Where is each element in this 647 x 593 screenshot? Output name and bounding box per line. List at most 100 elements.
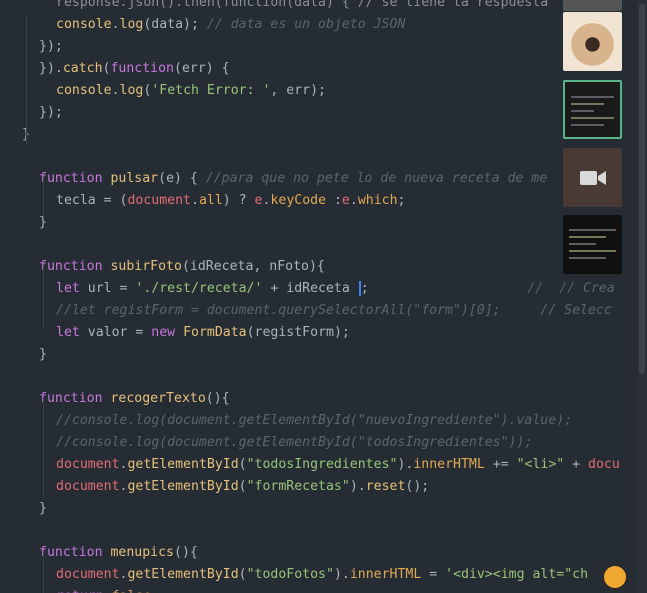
code-line[interactable]: tecla = (document.all) ? e.keyCode :e.wh…	[56, 190, 405, 212]
code-token: //para que no pete lo de nueva receta de…	[205, 171, 548, 186]
code-line[interactable]: document.getElementById("formRecetas").r…	[56, 476, 429, 498]
code-token: .	[111, 17, 120, 32]
code-line[interactable]: //console.log(document.getElementById("n…	[56, 410, 572, 432]
thumb-text-line	[571, 110, 594, 112]
code-token: .	[191, 193, 199, 208]
code-token: ;	[360, 281, 528, 296]
code-line[interactable]: let url = './rest/receta/' + idReceta ; …	[56, 278, 615, 300]
code-token: //console.log(document.getElementById("t…	[56, 435, 533, 450]
code-token: "todosIngredientes"	[246, 457, 398, 472]
code-token: e	[254, 193, 263, 208]
code-line[interactable]: console.log('Fetch Error: ', err);	[56, 80, 326, 102]
thumb-text-line	[569, 257, 606, 259]
code-line[interactable]: document.getElementById("todoFotos").inn…	[56, 564, 588, 586]
code-token: console	[56, 17, 112, 32]
code-line[interactable]: return false;	[56, 586, 159, 593]
code-token: (registForm);	[246, 325, 350, 340]
code-token: let	[56, 281, 80, 296]
code-line[interactable]: }	[39, 344, 47, 366]
indent-guide	[43, 266, 44, 328]
code-token: function	[110, 61, 175, 76]
code-token: =	[421, 567, 446, 582]
code-token: (	[238, 457, 247, 472]
code-line[interactable]: });	[39, 102, 63, 124]
indent-guide	[26, 14, 27, 144]
code-token: //let registForm = document.querySelecto…	[56, 303, 612, 318]
code-line[interactable]: function subirFoto(idReceta, nFoto){	[39, 256, 325, 278]
code-line[interactable]: //let registForm = document.querySelecto…	[56, 300, 612, 322]
thumb-text-line	[571, 117, 614, 119]
code-token: (data);	[143, 17, 207, 32]
code-token: .	[111, 83, 120, 98]
code-token: new	[151, 325, 176, 340]
thumb-partial[interactable]	[563, 0, 622, 11]
code-line[interactable]: function menupics(){	[39, 542, 198, 564]
code-token: reset	[365, 479, 406, 494]
indent-guide	[43, 178, 44, 218]
code-token: "todoFotos"	[246, 567, 334, 582]
code-token: return	[56, 589, 104, 593]
code-token: document	[56, 479, 120, 494]
code-token: url =	[79, 281, 136, 296]
code-token: });	[39, 39, 63, 54]
code-token: :	[326, 193, 342, 208]
thumb-video-camera[interactable]	[563, 148, 622, 207]
thumb-text-line	[571, 96, 614, 98]
code-token: recogerTexto	[110, 391, 206, 406]
code-token: function	[39, 171, 103, 186]
code-token: pulsar	[110, 171, 159, 186]
code-line[interactable]: function pulsar(e) { //para que no pete …	[39, 168, 547, 190]
code-line[interactable]: }).catch(function(err) {	[39, 58, 230, 80]
code-token: document	[56, 567, 120, 582]
vertical-scrollbar[interactable]	[637, 0, 647, 593]
code-token: false	[112, 589, 152, 593]
code-token: }).	[39, 61, 63, 76]
code-token: innerHTML	[349, 567, 422, 582]
code-token: (	[238, 479, 247, 494]
code-token: document	[56, 457, 120, 472]
code-token: keyCode	[270, 193, 327, 208]
code-token: // data es un objeto JSON	[206, 17, 406, 32]
thumb-dog-photo[interactable]	[563, 12, 622, 71]
thumb-text-line	[569, 243, 596, 245]
code-token: innerHTML	[413, 457, 485, 472]
scrollbar-thumb[interactable]	[639, 4, 645, 374]
code-token: ).	[333, 567, 350, 582]
code-token: 'Fetch Error: '	[151, 83, 271, 98]
code-token: (idReceta, nFoto){	[181, 259, 325, 274]
code-token: ;	[151, 589, 159, 593]
code-area[interactable]: response.json().then(function(data) { //…	[0, 0, 647, 593]
code-token: //console.log(document.getElementById("n…	[56, 413, 573, 428]
code-line[interactable]: }	[39, 498, 47, 520]
code-token: }	[39, 347, 47, 362]
code-line[interactable]: //console.log(document.getElementById("t…	[56, 432, 532, 454]
code-line[interactable]: let valor = new FormData(registForm);	[56, 322, 350, 344]
code-token: (){	[205, 391, 230, 406]
code-token: menupics	[110, 545, 175, 560]
code-token: +=	[484, 457, 517, 472]
app-badge-icon[interactable]	[604, 566, 626, 588]
code-token: "formRecetas"	[246, 479, 350, 494]
code-line[interactable]: });	[39, 36, 63, 58]
code-token: FormData	[183, 325, 247, 340]
code-token: (	[238, 567, 247, 582]
code-line[interactable]: console.log(data); // data es un objeto …	[56, 14, 405, 36]
code-line[interactable]: response.json().then(function(data) { //…	[56, 0, 548, 14]
code-token: getElementById	[127, 567, 239, 582]
thumb-editor-screen[interactable]	[563, 215, 622, 274]
code-token: tecla = (	[56, 193, 128, 208]
thumb-text-line	[571, 103, 604, 105]
code-token: getElementById	[127, 457, 239, 472]
code-editor[interactable]: response.json().then(function(data) { //…	[0, 0, 647, 593]
thumb-code-window[interactable]	[563, 80, 622, 139]
code-token: , err);	[270, 83, 326, 98]
thumb-text-line	[569, 236, 606, 238]
code-token: function	[39, 391, 103, 406]
code-line[interactable]: document.getElementById("todosIngredient…	[56, 454, 620, 476]
code-token: function	[39, 259, 103, 274]
code-token: e	[341, 193, 350, 208]
code-token: (e) {	[158, 171, 206, 186]
code-token: "<li>"	[516, 457, 565, 472]
code-line[interactable]: function recogerTexto(){	[39, 388, 230, 410]
